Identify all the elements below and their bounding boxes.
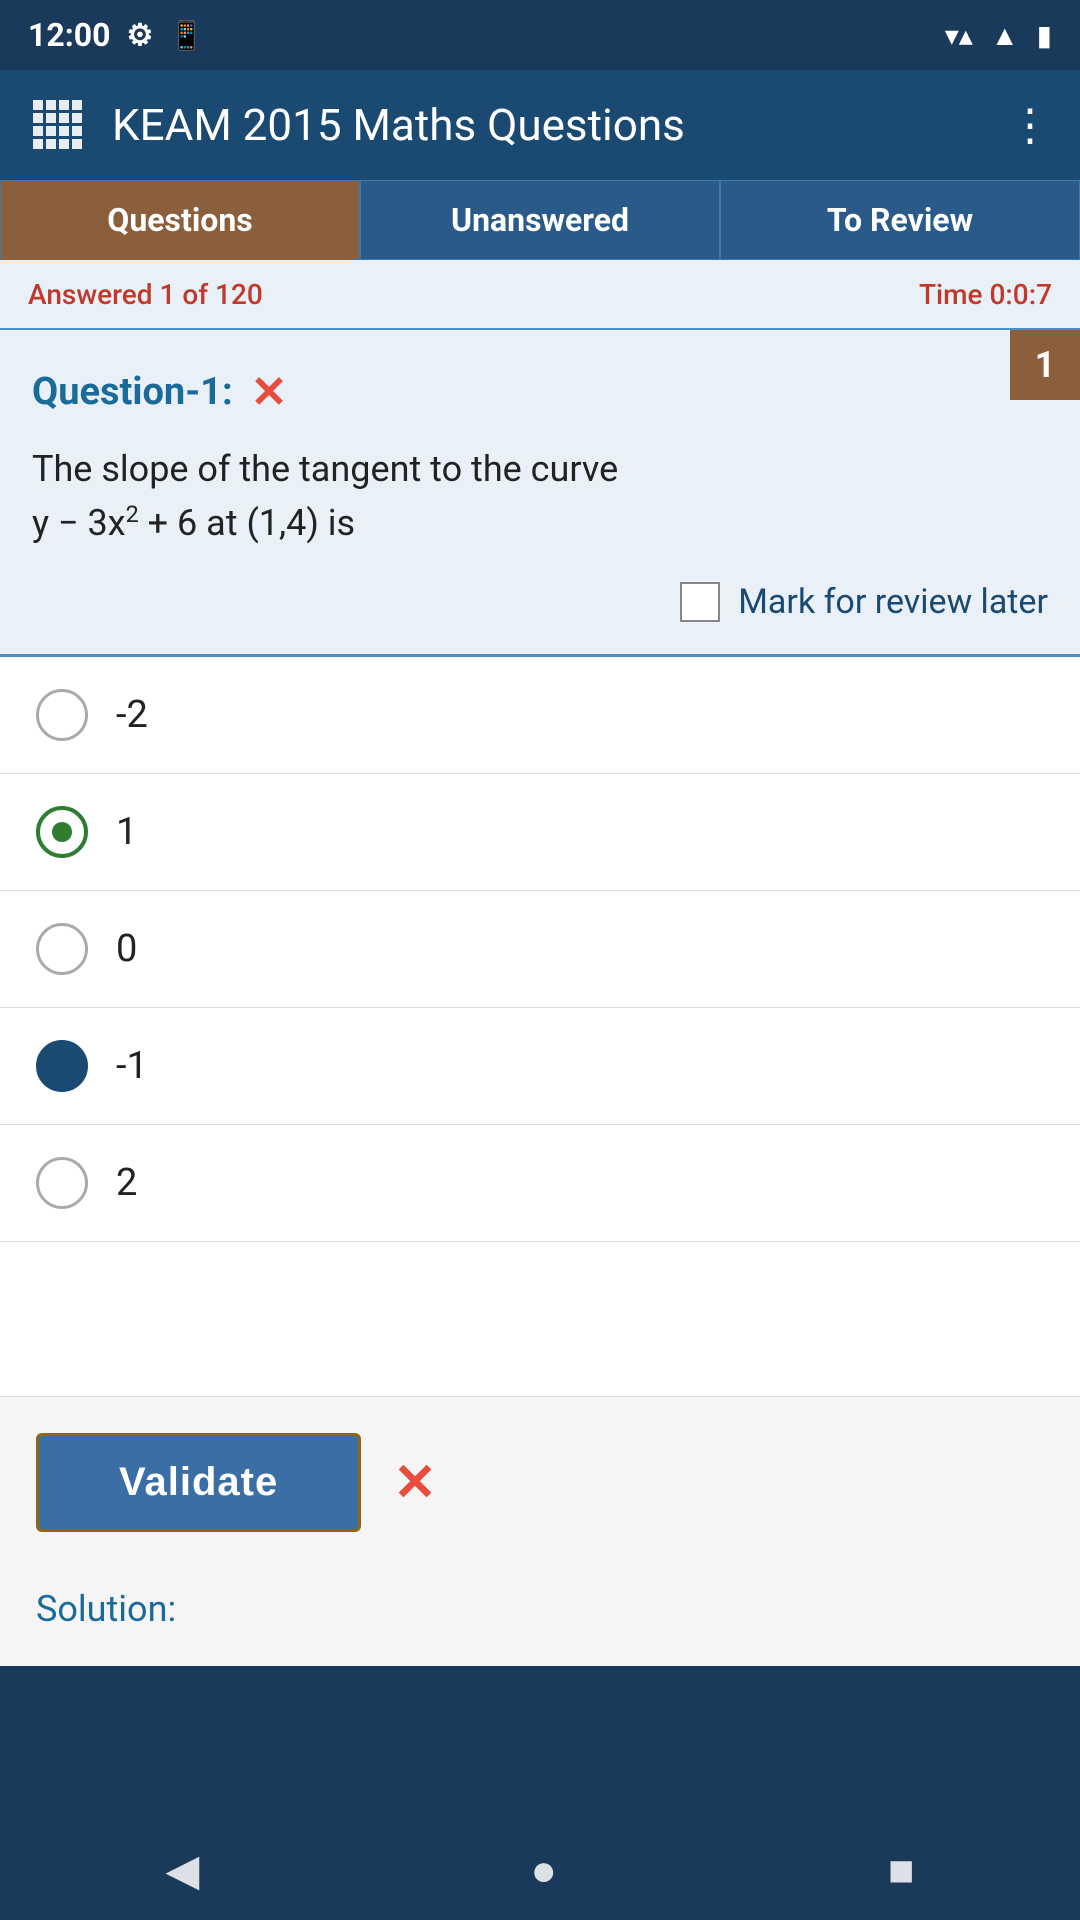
- solution-label: Solution:: [36, 1588, 176, 1630]
- validate-wrong-icon: ✕: [393, 1452, 437, 1513]
- option-label-minus1: -1: [116, 1044, 148, 1088]
- app-title: KEAM 2015 Maths Questions: [112, 99, 685, 151]
- review-row: Mark for review later: [32, 582, 1048, 622]
- battery-icon: ▮: [1037, 19, 1052, 52]
- tab-bar: Questions Unanswered To Review: [0, 180, 1080, 260]
- option-row-2[interactable]: 2: [0, 1125, 1080, 1242]
- option-row-1[interactable]: 1: [0, 774, 1080, 891]
- recents-icon[interactable]: ■: [888, 1844, 915, 1896]
- solution-area: Solution:: [0, 1568, 1080, 1666]
- tab-to-review[interactable]: To Review: [720, 180, 1080, 260]
- phone-icon: 📱: [169, 19, 204, 52]
- question-line2: y − 3x2 + 6 at (1,4) is: [32, 502, 355, 544]
- status-bar: 12:00 ⚙ 📱 ▾▴ ▲ ▮: [0, 0, 1080, 70]
- progress-bar: Answered 1 of 120 Time 0:0:7: [0, 260, 1080, 330]
- status-time: 12:00: [28, 16, 110, 54]
- wifi-icon: ▾▴: [945, 19, 973, 52]
- bottom-dark: [0, 1666, 1080, 1820]
- answered-count: Answered 1 of 120: [28, 278, 263, 311]
- status-right: ▾▴ ▲ ▮: [945, 19, 1052, 52]
- radio-minus2[interactable]: [36, 689, 88, 741]
- tab-unanswered[interactable]: Unanswered: [360, 180, 720, 260]
- option-label-minus2: -2: [116, 693, 148, 737]
- question-label: Question-1:: [32, 370, 233, 414]
- radio-2[interactable]: [36, 1157, 88, 1209]
- tab-questions[interactable]: Questions: [0, 180, 360, 260]
- back-icon[interactable]: ◀: [166, 1844, 200, 1896]
- review-label: Mark for review later: [738, 582, 1048, 622]
- option-row-minus2[interactable]: -2: [0, 657, 1080, 774]
- status-left: 12:00 ⚙ 📱: [28, 16, 204, 54]
- home-icon[interactable]: ●: [530, 1844, 557, 1896]
- menu-icon[interactable]: ⋮: [1008, 99, 1052, 151]
- question-area: 1 Question-1: ✕ The slope of the tangent…: [0, 330, 1080, 657]
- validate-button[interactable]: Validate: [36, 1433, 361, 1532]
- radio-0[interactable]: [36, 923, 88, 975]
- settings-icon: ⚙: [126, 18, 153, 53]
- option-row-0[interactable]: 0: [0, 891, 1080, 1008]
- question-text: The slope of the tangent to the curve y …: [32, 442, 1048, 550]
- app-logo: [28, 95, 88, 155]
- nav-bar: ◀ ● ■: [0, 1820, 1080, 1920]
- radio-inner-1: [52, 822, 72, 842]
- radio-1[interactable]: [36, 806, 88, 858]
- question-header: Question-1: ✕: [32, 366, 1048, 418]
- option-label-2: 2: [116, 1161, 137, 1205]
- option-label-0: 0: [116, 927, 137, 971]
- radio-minus1[interactable]: [36, 1040, 88, 1092]
- validate-area: Validate ✕: [0, 1396, 1080, 1568]
- question-line1: The slope of the tangent to the curve: [32, 448, 618, 490]
- options-area: -2 1 0 -1 2: [0, 657, 1080, 1396]
- review-checkbox[interactable]: [680, 582, 720, 622]
- app-bar: KEAM 2015 Maths Questions ⋮: [0, 70, 1080, 180]
- timer: Time 0:0:7: [919, 278, 1052, 311]
- signal-icon: ▲: [991, 19, 1019, 52]
- question-wrong-icon: ✕: [251, 366, 288, 418]
- app-bar-left: KEAM 2015 Maths Questions: [28, 95, 685, 155]
- option-label-1: 1: [116, 810, 137, 854]
- option-row-minus1[interactable]: -1: [0, 1008, 1080, 1125]
- question-badge: 1: [1010, 330, 1080, 400]
